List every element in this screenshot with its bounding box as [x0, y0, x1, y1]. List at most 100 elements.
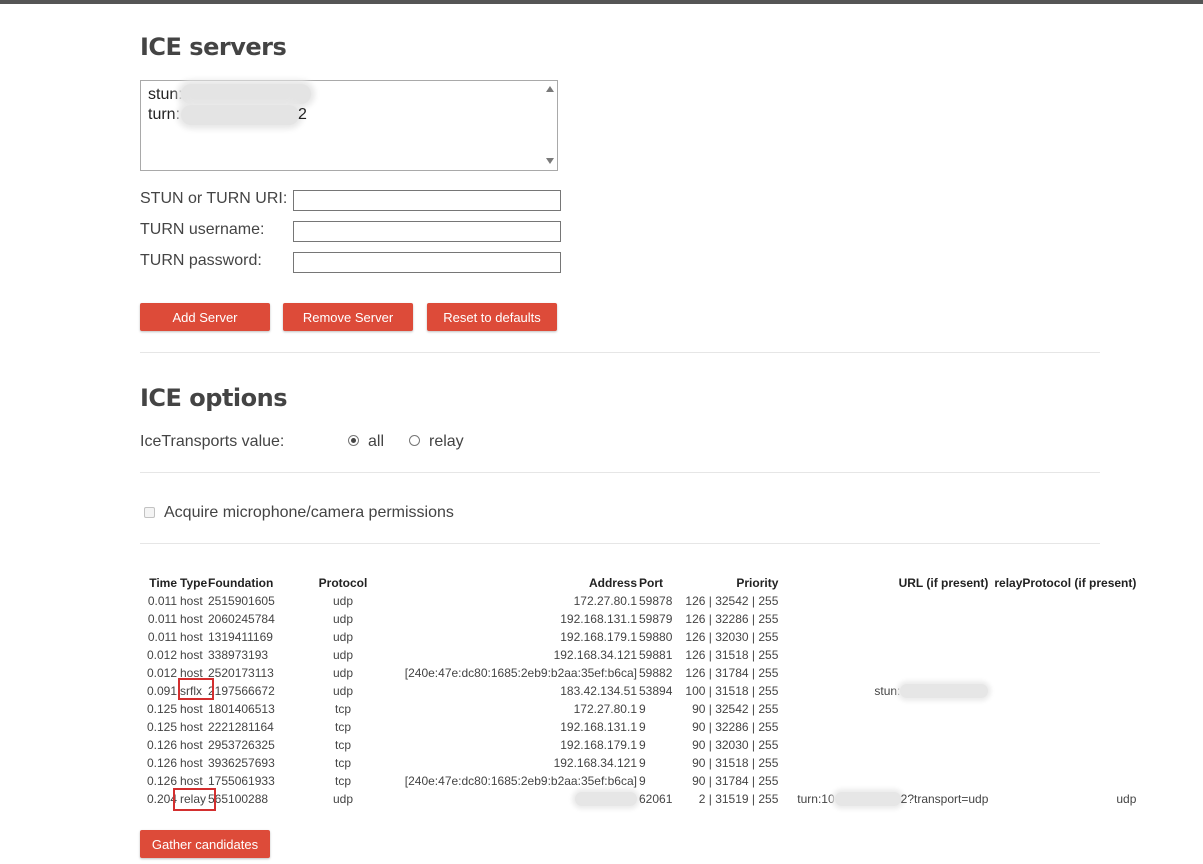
cell-port: 9	[639, 702, 646, 716]
cell-address: 183.42.134.51	[560, 684, 637, 698]
scroll-up-arrow-icon[interactable]	[546, 86, 554, 92]
cell-port: 9	[639, 738, 646, 752]
cell-protocol: udp	[332, 630, 354, 644]
radio-relay[interactable]	[409, 435, 420, 446]
cell-foundation: 3936257693	[208, 756, 275, 770]
candidates-table: Time Type Foundation Protocol Address Po…	[144, 574, 1136, 808]
header-address: Address	[588, 576, 637, 590]
uri-input[interactable]	[293, 190, 561, 211]
server-line-turn: turn:	[148, 106, 181, 123]
cell-url	[778, 736, 988, 754]
redacted-blur	[900, 684, 989, 699]
cell-url: turn:10 2?transport=udp	[797, 791, 989, 807]
cell-relay-protocol	[988, 628, 1136, 646]
table-row: 0.126 host 2953726325 tcp 192.168.179.1 9 90 |…	[144, 736, 1136, 754]
cell-type: relay	[180, 792, 207, 806]
permissions-checkbox[interactable]	[144, 507, 155, 518]
section-divider	[140, 352, 1100, 353]
cell-port: 9	[639, 720, 646, 734]
cell-url	[778, 610, 988, 628]
cell-protocol: tcp	[334, 702, 351, 716]
header-relay-protocol: relayProtocol (if present)	[994, 576, 1137, 590]
password-input[interactable]	[293, 252, 561, 273]
cell-priority: 90 | 31518 | 255	[692, 756, 779, 770]
table-row: 0.011 host 1319411169 udp 192.168.179.1 59880…	[144, 628, 1136, 646]
table-row: 0.011 host 2515901605 udp 172.27.80.1 59878 12…	[144, 592, 1136, 610]
cell-type: host	[180, 612, 203, 626]
cell-relay-protocol: udp	[1116, 792, 1137, 806]
cell-time: 0.091	[146, 684, 177, 698]
radio-all[interactable]	[348, 435, 359, 446]
cell-type: host	[180, 738, 203, 752]
reset-defaults-button[interactable]: Reset to defaults	[427, 303, 557, 331]
header-port: Port	[639, 576, 663, 590]
cell-foundation: 338973193	[208, 648, 269, 662]
cell-protocol: udp	[332, 612, 354, 626]
cell-protocol: tcp	[334, 738, 351, 752]
username-input[interactable]	[293, 221, 561, 242]
header-protocol: Protocol	[318, 576, 368, 590]
cell-time: 0.012	[146, 666, 177, 680]
cell-relay-protocol	[988, 592, 1136, 610]
cell-foundation: 565100288	[208, 792, 269, 806]
cell-address: 192.168.34.121	[553, 648, 637, 662]
cell-priority: 126 | 32030 | 255	[685, 630, 779, 644]
cell-foundation: 2221281164	[208, 720, 274, 734]
cell-priority: 126 | 32286 | 255	[685, 612, 779, 626]
cell-port: 9	[639, 774, 646, 788]
header-priority: Priority	[736, 576, 779, 590]
table-row: 0.204 relay 565100288 udp 62061 2 | 31519 | 2…	[144, 790, 1136, 808]
uri-label: STUN or TURN URI:	[140, 190, 288, 207]
scroll-down-arrow-icon[interactable]	[546, 158, 554, 164]
cell-address: [240e:47e:dc80:1685:2eb9:b2aa:35ef:b6ca]	[404, 774, 637, 788]
cell-protocol: tcp	[334, 720, 351, 734]
cell-address: 192.168.34.121	[553, 756, 637, 770]
cell-relay-protocol	[988, 664, 1136, 682]
remove-server-button[interactable]: Remove Server	[283, 303, 413, 331]
cell-address	[381, 790, 637, 808]
redacted-blur	[181, 84, 311, 104]
table-row: 0.125 host 2221281164 tcp 192.168.131.1 9 90 |…	[144, 718, 1136, 736]
cell-priority: 90 | 32542 | 255	[692, 702, 779, 716]
table-row: 0.012 host 338973193 udp 192.168.34.121 59881…	[144, 646, 1136, 664]
redacted-blur	[834, 792, 901, 807]
cell-url	[778, 646, 988, 664]
header-url: URL (if present)	[898, 576, 989, 590]
cell-foundation: 1801406513	[208, 702, 275, 716]
radio-all-label[interactable]: all	[368, 433, 384, 451]
cell-address: 172.27.80.1	[573, 594, 637, 608]
table-row: 0.125 host 1801406513 tcp 172.27.80.1 9 90 | 3…	[144, 700, 1136, 718]
cell-foundation: 2520173113	[208, 666, 274, 680]
cell-time: 0.125	[146, 720, 177, 734]
cell-type: host	[180, 702, 203, 716]
servers-list[interactable]: stun: turn: 2	[140, 80, 558, 171]
cell-priority: 90 | 32030 | 255	[692, 738, 779, 752]
cell-protocol: udp	[332, 684, 354, 698]
cell-relay-protocol	[988, 772, 1136, 790]
gather-candidates-button[interactable]: Gather candidates	[140, 830, 270, 858]
username-label: TURN username:	[140, 221, 265, 238]
cell-priority: 126 | 31784 | 255	[685, 666, 779, 680]
cell-relay-protocol	[988, 736, 1136, 754]
cell-relay-protocol	[988, 754, 1136, 772]
cell-type: host	[180, 774, 203, 788]
permissions-label[interactable]: Acquire microphone/camera permissions	[164, 504, 454, 522]
cell-time: 0.125	[146, 702, 177, 716]
header-type: Type	[180, 576, 208, 590]
radio-relay-label[interactable]: relay	[429, 433, 464, 451]
cell-protocol: tcp	[334, 756, 351, 770]
top-border	[0, 0, 1203, 4]
cell-foundation: 2953726325	[208, 738, 275, 752]
cell-type: host	[180, 720, 203, 734]
add-server-button[interactable]: Add Server	[140, 303, 270, 331]
cell-time: 0.126	[146, 774, 177, 788]
cell-address: 172.27.80.1	[573, 702, 637, 716]
cell-address: 192.168.179.1	[560, 630, 637, 644]
cell-url	[778, 772, 988, 790]
cell-foundation: 2060245784	[208, 612, 275, 626]
cell-time: 0.011	[147, 630, 177, 644]
header-time: Time	[149, 576, 177, 590]
cell-relay-protocol	[988, 682, 1136, 700]
redacted-blur	[181, 105, 299, 125]
cell-type: host	[180, 648, 203, 662]
